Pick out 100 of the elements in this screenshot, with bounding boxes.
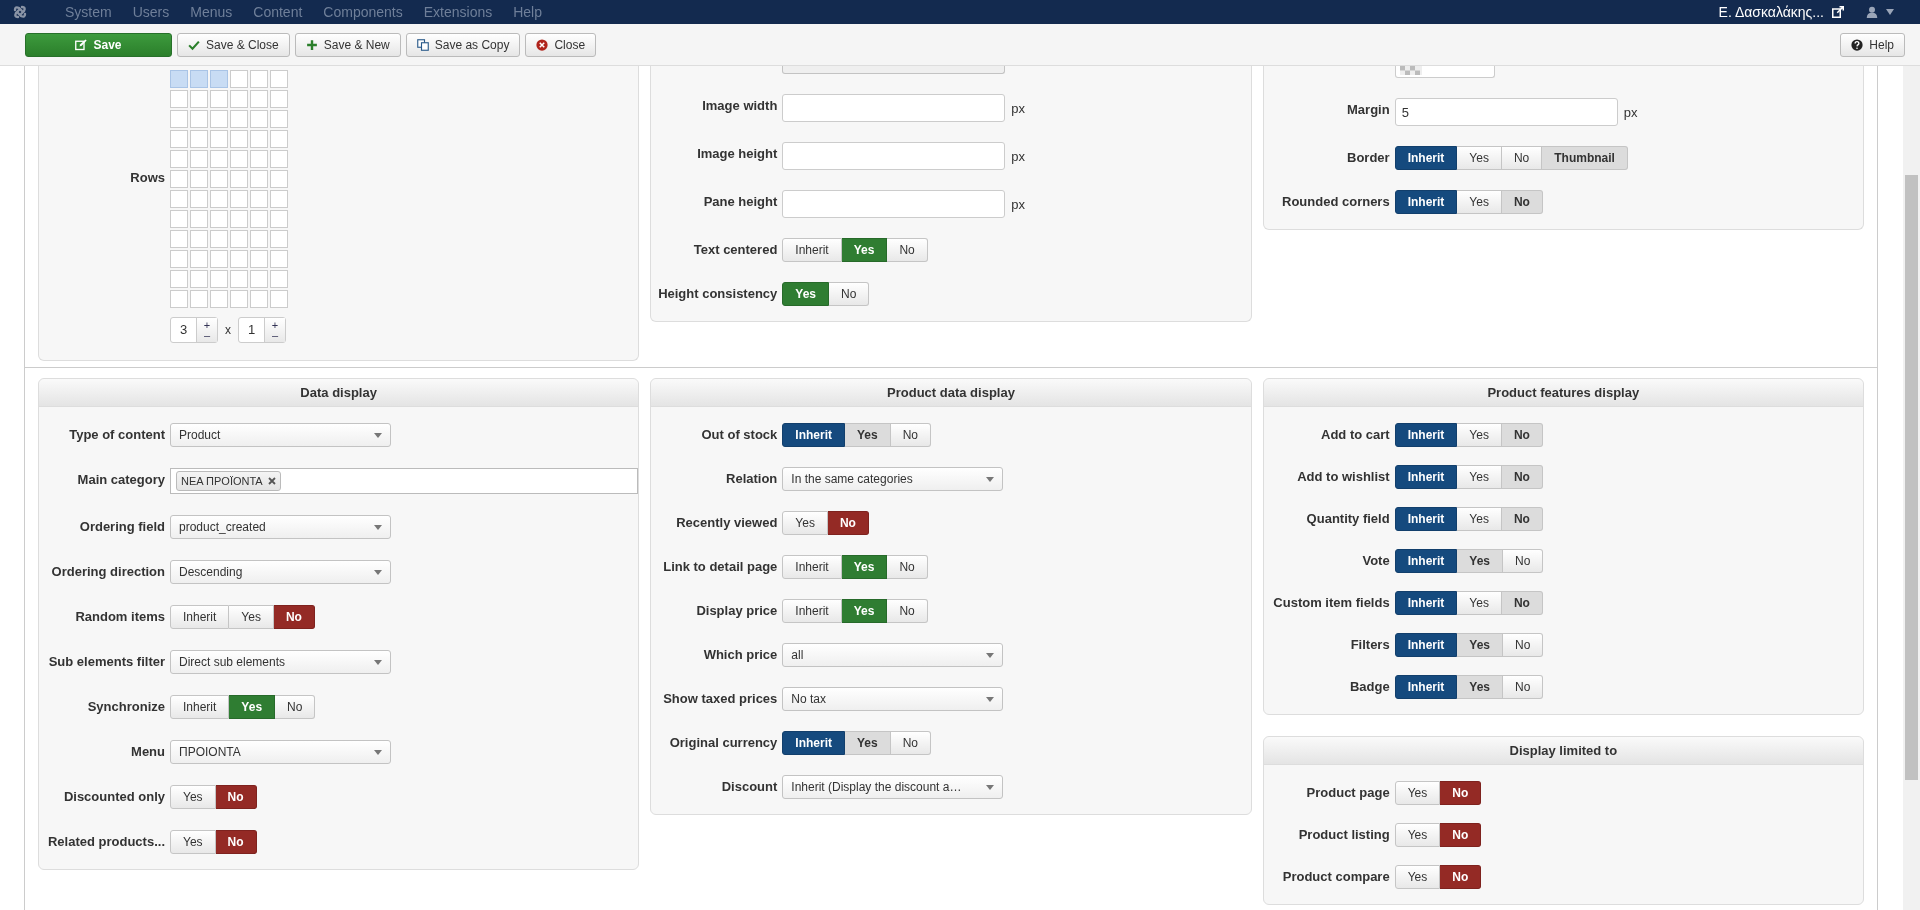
grid-cell[interactable]: [210, 90, 228, 108]
grid-cell[interactable]: [270, 250, 288, 268]
grid-cell[interactable]: [230, 170, 248, 188]
grid-cell[interactable]: [250, 110, 268, 128]
toggle-option[interactable]: Inherit: [170, 605, 230, 629]
dropdown[interactable]: all: [782, 643, 1004, 667]
grid-cell[interactable]: [230, 190, 248, 208]
toggle-option[interactable]: Inherit: [1394, 465, 1458, 489]
menu-item[interactable]: Users: [132, 4, 170, 20]
grid-cell[interactable]: [250, 230, 268, 248]
toggle-option[interactable]: No: [887, 555, 928, 579]
menu-item[interactable]: Components: [323, 4, 403, 20]
dropdown[interactable]: Direct sub elements: [170, 650, 391, 674]
grid-cell[interactable]: [170, 110, 188, 128]
grid-cell[interactable]: [170, 190, 188, 208]
input-field[interactable]: [782, 190, 1006, 218]
grid-cell[interactable]: [190, 70, 208, 88]
grid-cell[interactable]: [210, 250, 228, 268]
user-name[interactable]: Ε. Δασκαλάκης...: [1718, 4, 1824, 20]
grid-cell[interactable]: [230, 290, 248, 308]
grid-cell[interactable]: [270, 270, 288, 288]
grid-cell[interactable]: [250, 190, 268, 208]
grid-cell[interactable]: [190, 190, 208, 208]
toggle-option[interactable]: Yes: [782, 511, 828, 535]
grid-cell[interactable]: [170, 210, 188, 228]
grid-cell[interactable]: [190, 230, 208, 248]
toolbar-button[interactable]: Save & New: [294, 32, 401, 57]
grid-cell[interactable]: [230, 150, 248, 168]
grid-cell[interactable]: [250, 90, 268, 108]
toggle-option[interactable]: Inherit: [1394, 633, 1458, 657]
grid-cell[interactable]: [170, 290, 188, 308]
toggle-option[interactable]: No: [887, 238, 928, 262]
dropdown[interactable]: In the same categories: [782, 467, 1004, 491]
toggle-option[interactable]: Inherit: [782, 731, 845, 755]
toggle-option[interactable]: Yes: [841, 555, 888, 579]
toolbar-button[interactable]: Close: [525, 32, 597, 57]
grid-cell[interactable]: [270, 150, 288, 168]
dropdown[interactable]: No tax: [782, 687, 1004, 711]
decrement-button[interactable]: –: [271, 330, 279, 340]
toggle-option[interactable]: Thumbnail: [1542, 146, 1628, 170]
tag-field[interactable]: ΝΕΑ ΠΡΟΪΟΝΤΑ: [170, 468, 639, 494]
grid-cell[interactable]: [210, 70, 228, 88]
toggle-option[interactable]: Yes: [782, 282, 830, 306]
grid-cell[interactable]: [210, 210, 228, 228]
toggle-option[interactable]: No: [829, 282, 870, 306]
grid-cell[interactable]: [230, 110, 248, 128]
grid-cell[interactable]: [230, 250, 248, 268]
toggle-option[interactable]: Yes: [1394, 865, 1441, 889]
toggle-option[interactable]: Yes: [170, 785, 216, 809]
toggle-option[interactable]: No: [215, 785, 257, 809]
toggle-option[interactable]: Inherit: [1394, 591, 1458, 615]
grid-cell[interactable]: [230, 210, 248, 228]
toggle-option[interactable]: No: [1501, 591, 1543, 615]
toggle-option[interactable]: Yes: [1457, 591, 1502, 615]
grid-cell[interactable]: [250, 290, 268, 308]
toggle-option[interactable]: Yes: [1457, 633, 1504, 657]
toggle-option[interactable]: Inherit: [782, 555, 842, 579]
toggle-option[interactable]: Inherit: [782, 238, 842, 262]
toggle-option[interactable]: Inherit: [1394, 423, 1458, 447]
grid-cell[interactable]: [170, 230, 188, 248]
grid-cell[interactable]: [190, 210, 208, 228]
grid-cell[interactable]: [170, 150, 188, 168]
toggle-option[interactable]: Yes: [1457, 507, 1502, 531]
grid-cell[interactable]: [230, 230, 248, 248]
grid-cell[interactable]: [270, 210, 288, 228]
menu-item[interactable]: System: [65, 4, 112, 20]
grid-cell[interactable]: [210, 230, 228, 248]
grid-cell[interactable]: [270, 70, 288, 88]
grid-cell[interactable]: [230, 90, 248, 108]
grid-cell[interactable]: [230, 270, 248, 288]
increment-button[interactable]: +: [271, 320, 279, 330]
toggle-option[interactable]: Yes: [1457, 675, 1504, 699]
increment-button[interactable]: +: [203, 320, 211, 330]
toggle-option[interactable]: No: [890, 731, 932, 755]
dropdown[interactable]: Descending: [170, 560, 391, 584]
toggle-option[interactable]: No: [1503, 675, 1544, 699]
grid-cell[interactable]: [270, 130, 288, 148]
grid-cell[interactable]: [250, 130, 268, 148]
toggle-option[interactable]: Yes: [229, 695, 276, 719]
toggle-option[interactable]: No: [827, 511, 869, 535]
grid-cell[interactable]: [190, 110, 208, 128]
toggle-option[interactable]: Yes: [229, 605, 274, 629]
toggle-option[interactable]: No: [215, 830, 257, 854]
toolbar-button[interactable]: Save & Close: [177, 32, 290, 57]
input-field[interactable]: [782, 94, 1006, 122]
toggle-option[interactable]: Inherit: [782, 599, 842, 623]
toggle-option[interactable]: No: [890, 423, 932, 447]
toggle-option[interactable]: Inherit: [1394, 146, 1458, 170]
grid-cell[interactable]: [170, 130, 188, 148]
grid-cell[interactable]: [170, 250, 188, 268]
toggle-option[interactable]: No: [1440, 865, 1482, 889]
toggle-option[interactable]: No: [1440, 823, 1482, 847]
grid-cell[interactable]: [230, 130, 248, 148]
grid-cell[interactable]: [210, 130, 228, 148]
toggle-option[interactable]: No: [1501, 423, 1543, 447]
grid-cell[interactable]: [230, 70, 248, 88]
grid-cell[interactable]: [270, 90, 288, 108]
toolbar-button[interactable]: Save as Copy: [405, 32, 521, 57]
menu-item[interactable]: Content: [253, 4, 303, 20]
toggle-option[interactable]: Yes: [845, 731, 891, 755]
